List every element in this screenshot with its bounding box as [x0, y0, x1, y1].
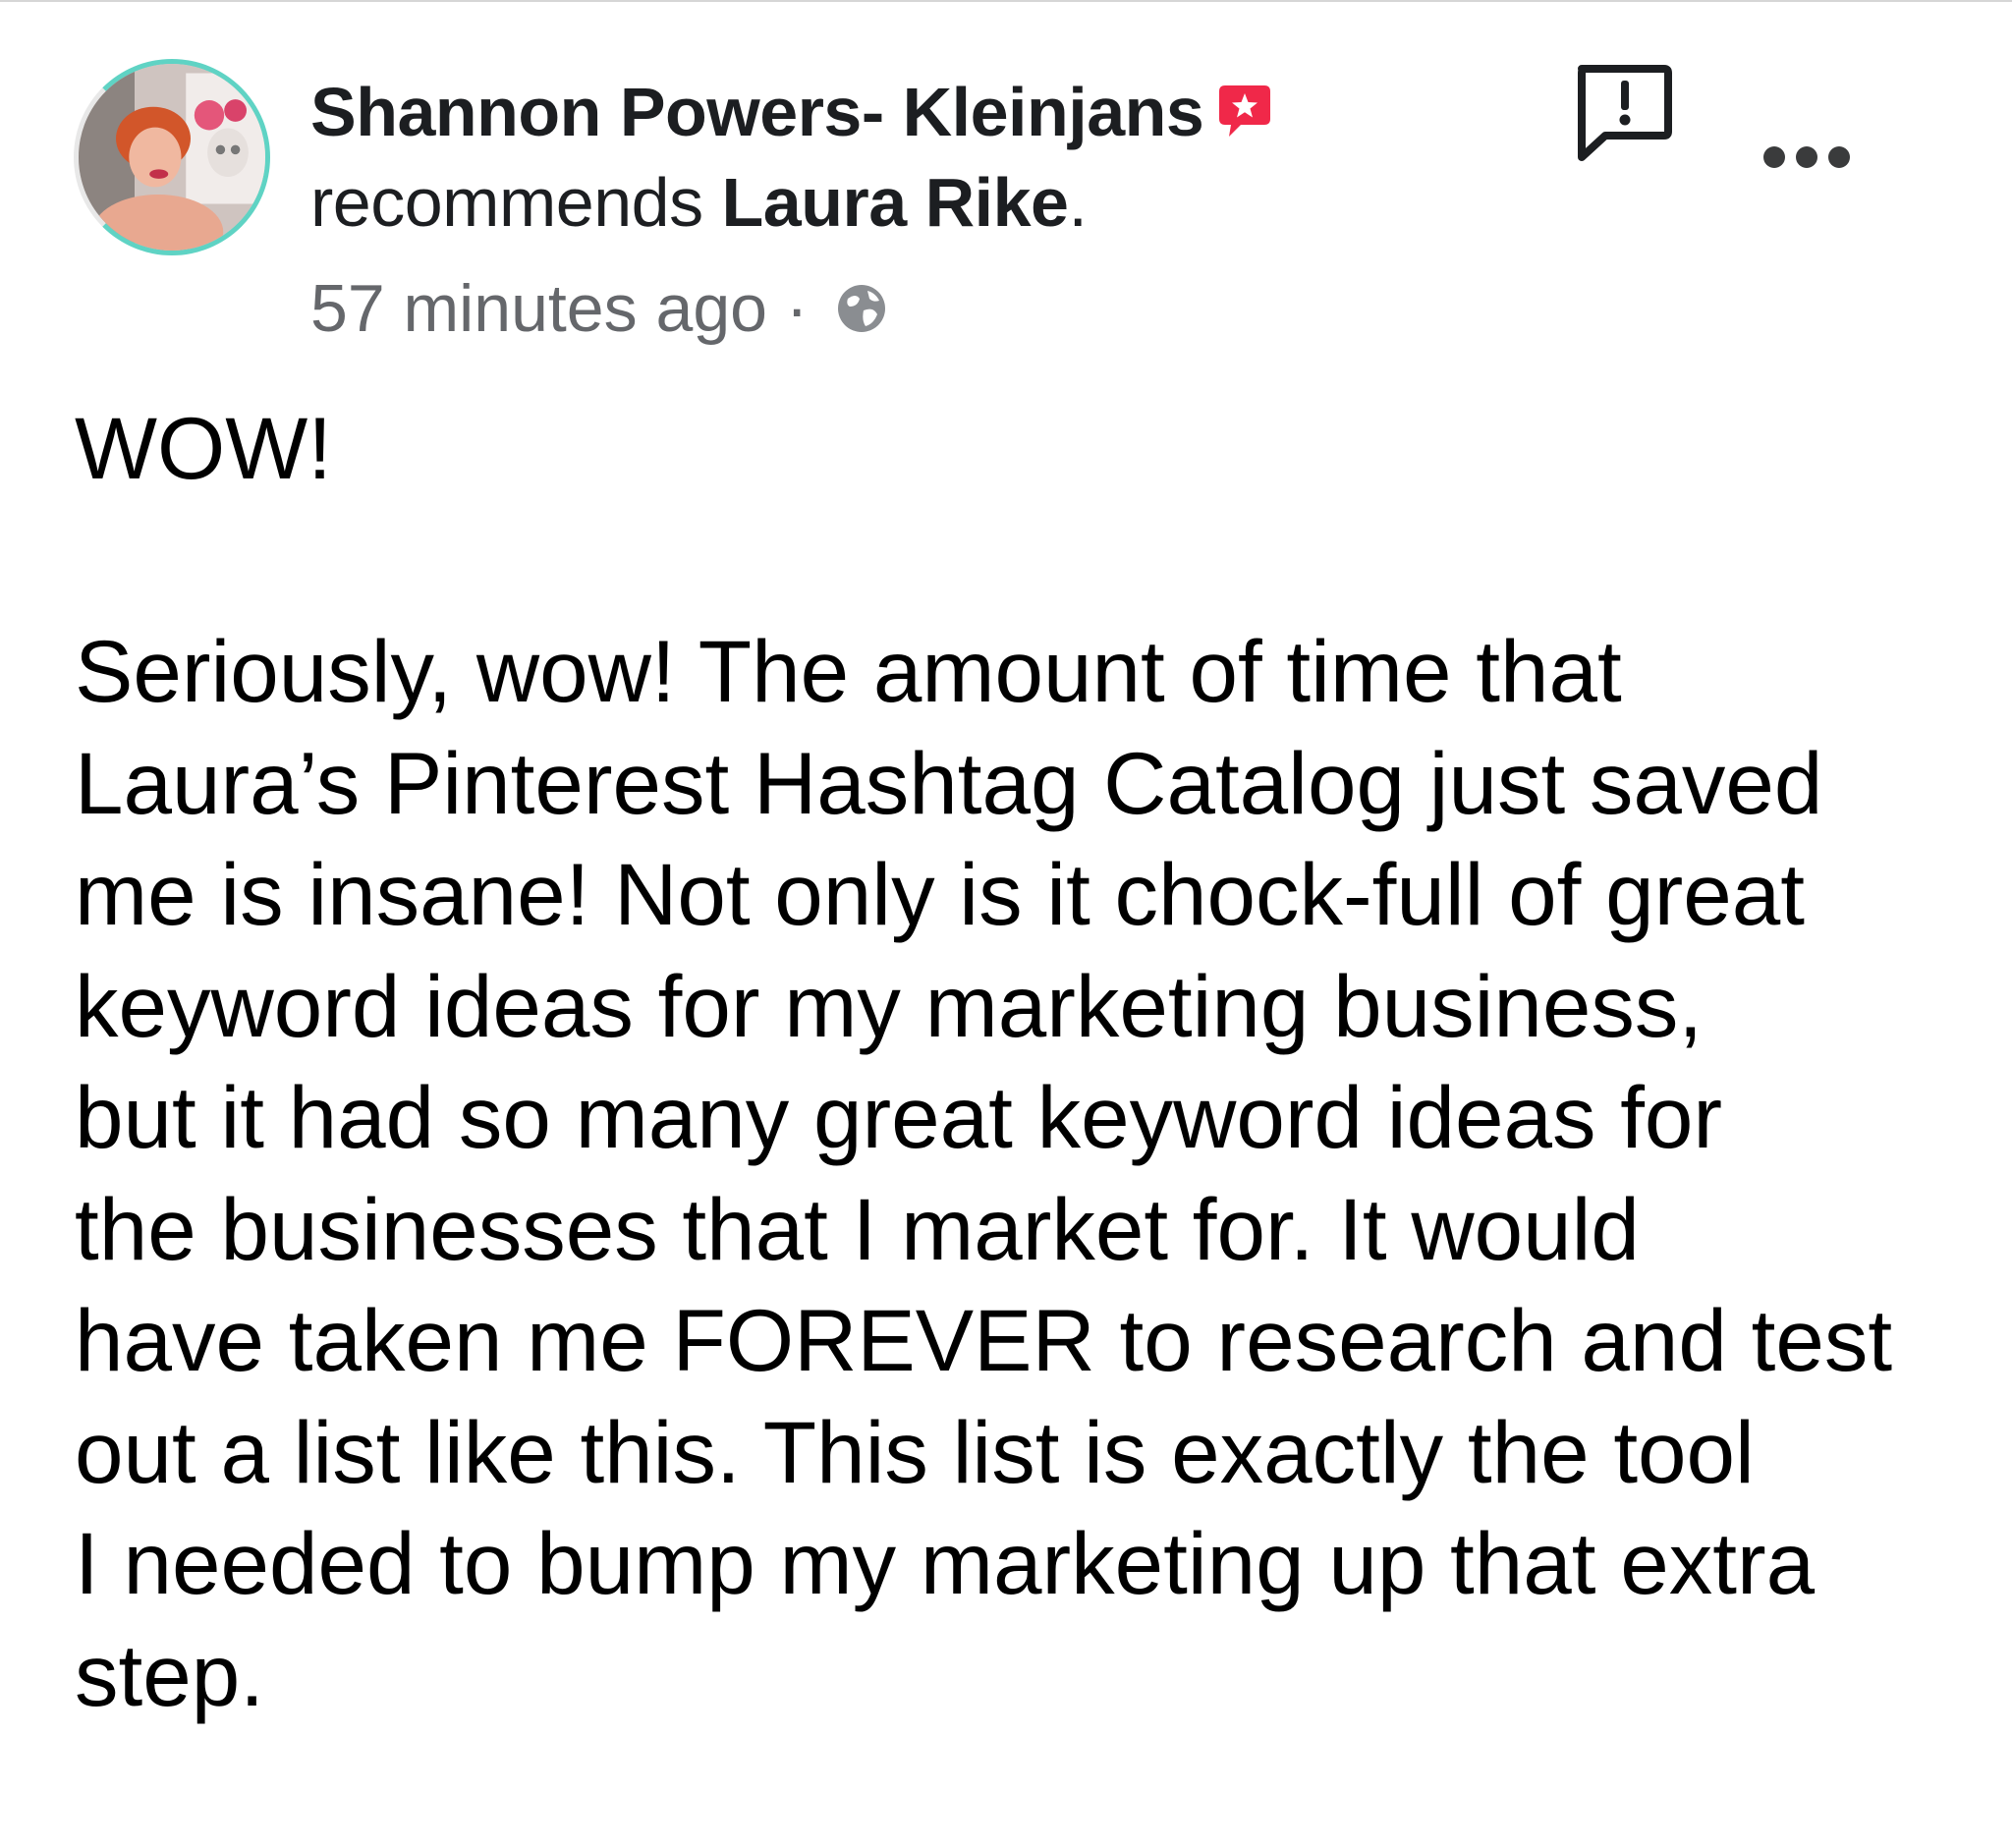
more-dot	[1828, 146, 1850, 168]
recommends-text: recommends	[310, 164, 722, 241]
author-name-link[interactable]: Shannon Powers- Kleinjans	[310, 74, 1204, 150]
timestamp[interactable]: 57 minutes ago	[310, 271, 767, 346]
top-divider	[0, 0, 2012, 2]
recommends-line: recommends Laura Rike.	[310, 161, 1088, 244]
recommends-suffix: .	[1068, 164, 1088, 241]
report-icon[interactable]	[1572, 61, 1674, 165]
recommendation-star-icon	[1219, 84, 1271, 137]
more-options-icon[interactable]	[1763, 138, 1850, 177]
more-dot	[1796, 146, 1817, 168]
more-dot	[1763, 146, 1785, 168]
globe-icon[interactable]	[834, 281, 889, 336]
post-meta: 57 minutes ago ·	[310, 267, 889, 350]
avatar-photo	[79, 64, 265, 251]
meta-separator: ·	[766, 271, 827, 346]
post-body: WOW! Seriously, wow! The amount of time …	[75, 399, 1893, 1724]
recommended-page-link[interactable]: Laura Rike	[722, 164, 1069, 241]
author-line: Shannon Powers- Kleinjans	[310, 71, 1272, 153]
avatar[interactable]	[74, 59, 270, 255]
